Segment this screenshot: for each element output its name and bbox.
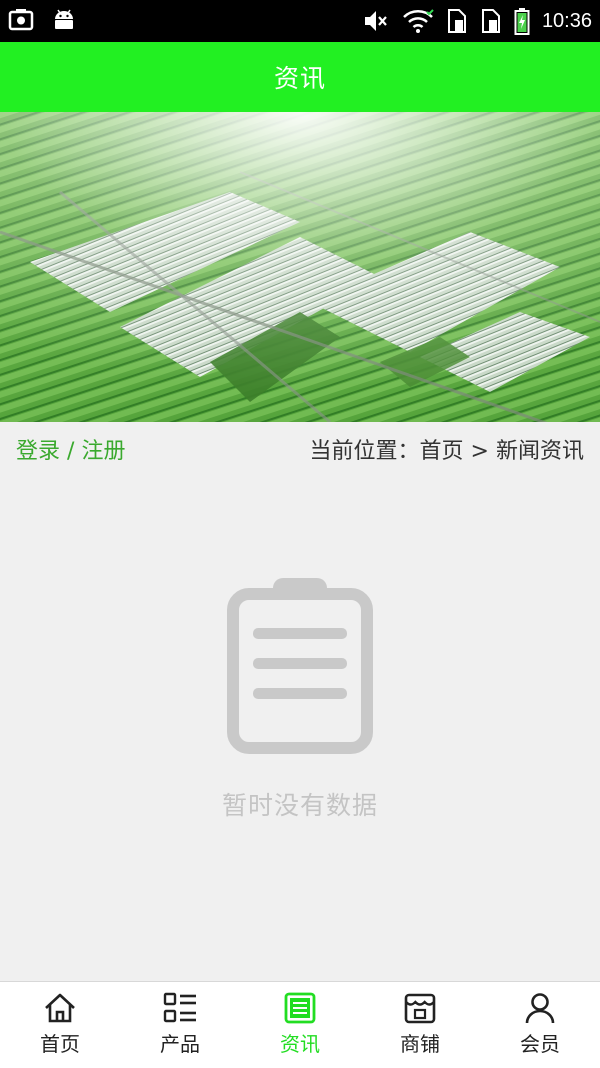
screenshot-icon [8, 9, 34, 31]
page-title: 资讯 [273, 64, 326, 93]
nav-label: 产品 [160, 1032, 200, 1056]
nav-item-products[interactable]: 产品 [120, 982, 240, 1068]
sim-2-icon [481, 9, 500, 33]
sim-1-icon [447, 9, 466, 33]
current-location: 当前位置：首页 > 新闻资讯 [310, 433, 584, 465]
home-icon [45, 993, 75, 1023]
mute-icon [364, 11, 387, 31]
nav-label: 资讯 [280, 1032, 320, 1056]
breadcrumb-home-link[interactable]: 首页 [420, 439, 464, 464]
login-link[interactable]: 登录 [16, 439, 60, 464]
register-link[interactable]: 注册 [81, 439, 125, 464]
nav-label: 商铺 [400, 1032, 440, 1056]
bottom-nav: 首页 产品 资讯 商铺 会员 [0, 981, 600, 1068]
wifi-icon [403, 9, 434, 33]
auth-links: 登录 / 注册 [16, 433, 125, 465]
header: 资讯 [0, 42, 600, 112]
empty-message: 暂时没有数据 [221, 791, 378, 820]
empty-state: 暂时没有数据 [0, 476, 600, 981]
android-icon [55, 9, 73, 29]
auth-separator: / [67, 439, 75, 464]
nav-label: 会员 [520, 1032, 560, 1056]
banner-illustration [0, 112, 600, 422]
breadcrumb: 登录 / 注册 当前位置：首页 > 新闻资讯 [0, 422, 600, 476]
clipboard-icon [227, 578, 373, 754]
nav-label: 首页 [40, 1032, 80, 1056]
user-icon [525, 993, 555, 1024]
store-icon [404, 993, 436, 1024]
banner-image[interactable] [0, 112, 600, 422]
list-grid-icon [163, 992, 196, 1023]
breadcrumb-arrow: > [470, 439, 489, 464]
nav-item-member[interactable]: 会员 [480, 982, 600, 1068]
status-bar: 10:36 [0, 0, 600, 42]
battery-icon [514, 8, 530, 35]
nav-item-news[interactable]: 资讯 [240, 982, 360, 1068]
nav-item-home[interactable]: 首页 [0, 982, 120, 1068]
location-prefix: 当前位置： [309, 439, 420, 464]
breadcrumb-current: 新闻资讯 [495, 439, 584, 464]
news-icon [284, 992, 316, 1024]
nav-item-stores[interactable]: 商铺 [360, 982, 480, 1068]
status-time: 10:36 [541, 9, 592, 32]
